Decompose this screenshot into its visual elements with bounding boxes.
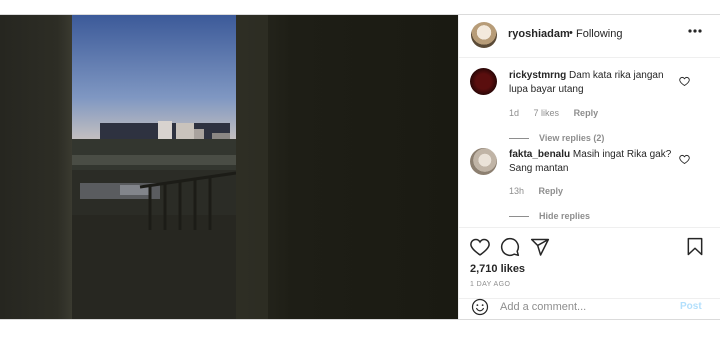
post-photo[interactable]	[0, 15, 458, 319]
post-sidebar: ryoshiadam • Following rickystmrng Dam k…	[458, 15, 720, 319]
header-separator: •	[569, 27, 573, 39]
heart-icon[interactable]	[470, 237, 490, 257]
hide-replies-label: Hide replies	[539, 211, 591, 221]
add-comment-bar: Post	[459, 298, 720, 321]
commenter-username[interactable]: rickystmrng	[509, 70, 566, 81]
comment-meta: 13h Reply	[509, 186, 575, 196]
comment-item: fakta_benalu Masih ingat Rika gak? Sang …	[459, 143, 720, 223]
view-replies-button[interactable]: View replies (2)	[509, 133, 604, 143]
heart-icon[interactable]	[679, 76, 690, 86]
photo-image	[0, 15, 458, 319]
post-actions: 2,710 likes 1 DAY AGO Post	[459, 227, 720, 320]
comment-age: 1d	[509, 108, 520, 118]
bookmark-icon[interactable]	[685, 237, 705, 257]
post-timestamp[interactable]: 1 DAY AGO	[470, 281, 510, 288]
commenter-username[interactable]: fakta_benalu	[509, 149, 570, 160]
author-username[interactable]: ryoshiadam	[508, 28, 570, 40]
hide-replies-button[interactable]: Hide replies	[509, 211, 590, 221]
comment-icon[interactable]	[500, 237, 520, 257]
comment-likes[interactable]: 7 likes	[534, 108, 560, 118]
comment-age: 13h	[509, 186, 525, 196]
commenter-avatar[interactable]	[470, 68, 497, 95]
post-header: ryoshiadam • Following	[459, 15, 720, 58]
comment-meta: 1d 7 likes Reply	[509, 108, 610, 118]
heart-icon[interactable]	[679, 154, 690, 164]
following-button[interactable]: Following	[576, 28, 622, 40]
comment-item: rickystmrng Dam kata rika jangan lupa ba…	[459, 57, 720, 143]
post-container: ryoshiadam • Following rickystmrng Dam k…	[0, 14, 720, 320]
comment-body: fakta_benalu Masih ingat Rika gak? Sang …	[509, 148, 679, 176]
reply-button[interactable]: Reply	[574, 108, 599, 118]
post-comment-button[interactable]: Post	[680, 301, 702, 312]
more-horizontal-icon[interactable]	[686, 24, 704, 38]
commenter-avatar[interactable]	[470, 148, 497, 175]
replies-divider-line	[509, 216, 529, 218]
view-replies-label: View replies (2)	[539, 133, 605, 143]
likes-count[interactable]: 2,710 likes	[470, 263, 525, 275]
comment-body: rickystmrng Dam kata rika jangan lupa ba…	[509, 69, 679, 97]
share-icon[interactable]	[530, 237, 550, 257]
reply-button[interactable]: Reply	[539, 186, 564, 196]
comment-input[interactable]	[500, 299, 670, 315]
replies-divider-line	[509, 138, 529, 140]
author-avatar[interactable]	[471, 22, 497, 48]
emoji-icon[interactable]	[471, 298, 489, 316]
